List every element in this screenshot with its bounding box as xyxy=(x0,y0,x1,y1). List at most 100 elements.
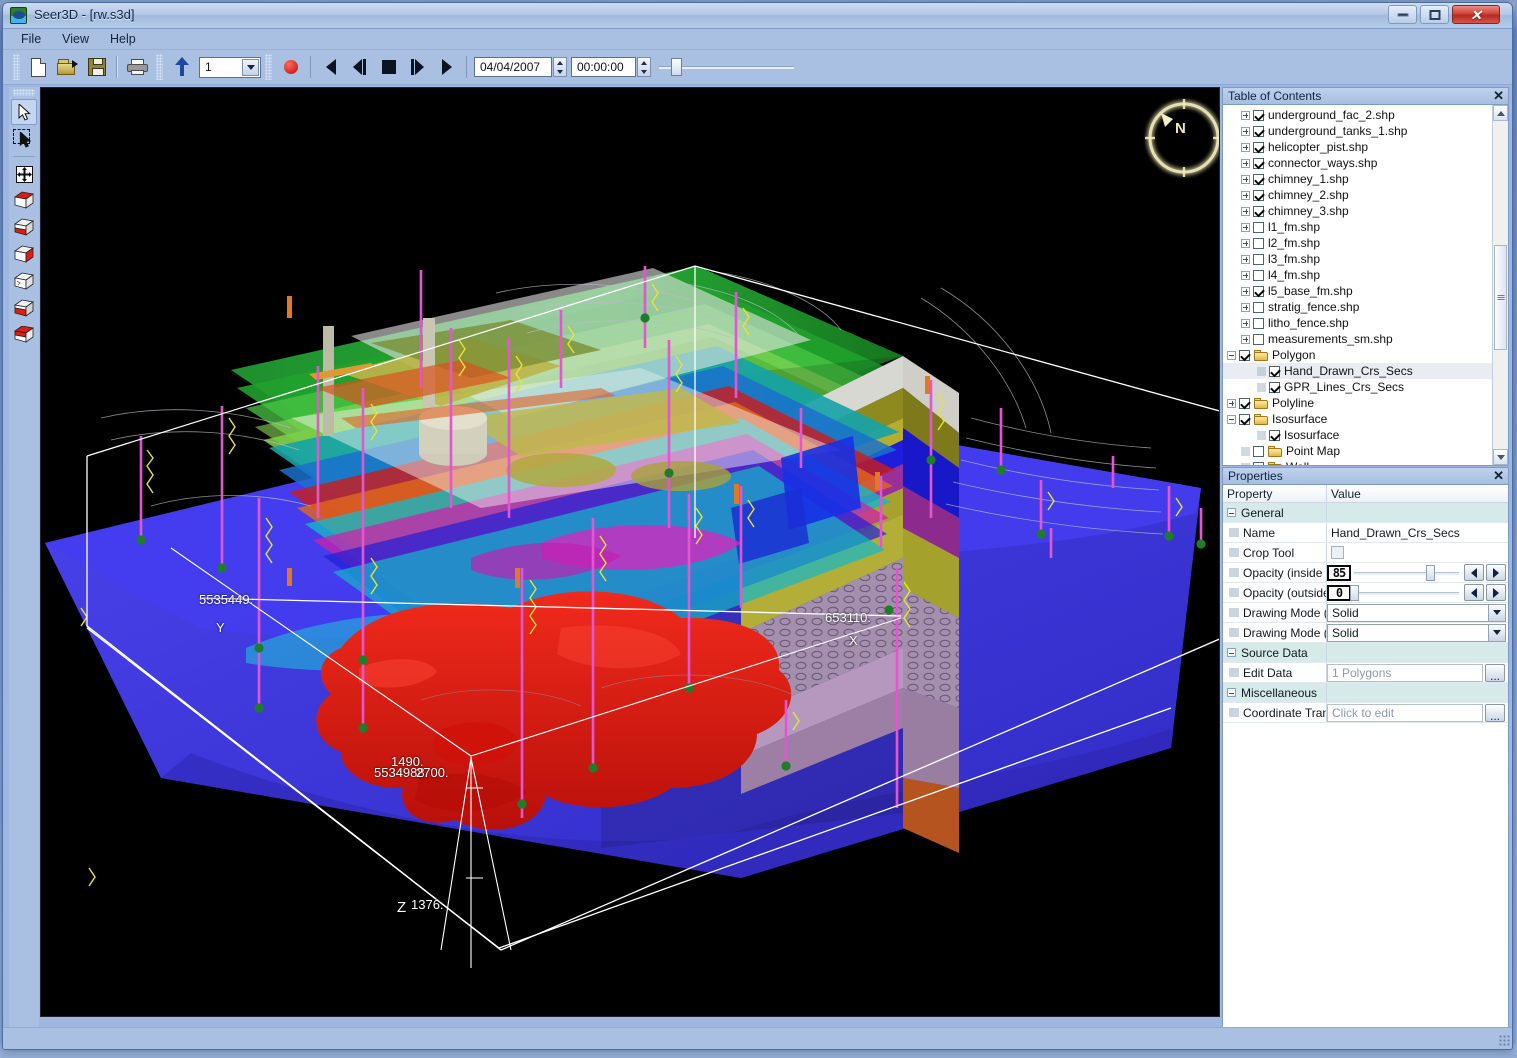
toc-item[interactable]: Polygon xyxy=(1223,347,1492,363)
checkbox-unchecked[interactable] xyxy=(1253,317,1264,329)
toolbar-grip-2[interactable] xyxy=(156,54,163,80)
toc-scrollbar[interactable] xyxy=(1492,105,1508,465)
chevron-down-icon[interactable] xyxy=(1488,604,1505,621)
step-forward-button[interactable] xyxy=(403,54,432,81)
record-button[interactable] xyxy=(276,54,305,81)
property-input[interactable]: Click to edit xyxy=(1327,703,1483,722)
collapse-toggle-icon[interactable] xyxy=(1227,648,1236,657)
date-stepper[interactable] xyxy=(553,57,567,77)
chevron-down-icon[interactable] xyxy=(242,58,259,76)
slice-tool-4[interactable] xyxy=(11,269,37,295)
expand-toggle-icon[interactable] xyxy=(1241,110,1250,120)
expand-toggle-icon[interactable] xyxy=(1241,174,1250,184)
time-input[interactable]: 00:00:00 xyxy=(571,57,636,77)
properties-grid[interactable]: Property Value General Name Hand_Drawn_Crs… xyxy=(1222,484,1509,1044)
toc-item[interactable]: helicopter_pist.shp xyxy=(1223,139,1492,155)
property-group-row[interactable]: General xyxy=(1223,503,1508,523)
3d-viewport[interactable]: N 5535449. Y 653110. X 1490. 5534988. 27… xyxy=(40,87,1220,1017)
checkbox-checked[interactable] xyxy=(1239,349,1250,361)
toc-close-icon[interactable]: ✕ xyxy=(1493,89,1504,102)
expand-toggle-icon[interactable] xyxy=(1241,158,1250,168)
expand-toggle-icon[interactable] xyxy=(1241,286,1250,296)
opacity-slider-thumb[interactable] xyxy=(1425,564,1435,581)
chevron-down-icon[interactable] xyxy=(1488,624,1505,641)
expand-toggle-icon[interactable] xyxy=(1241,190,1250,200)
step-back-button[interactable] xyxy=(345,54,374,81)
open-editor-button[interactable]: ... xyxy=(1485,703,1505,722)
checkbox-checked[interactable] xyxy=(1239,397,1250,409)
property-value[interactable]: Solid xyxy=(1327,623,1508,642)
opacity-decrease-button[interactable] xyxy=(1464,564,1484,581)
toc-scrollbar-thumb[interactable] xyxy=(1494,245,1507,350)
collapse-toggle-icon[interactable] xyxy=(1227,350,1236,360)
opacity-increase-button[interactable] xyxy=(1486,564,1506,581)
rubber-band-select-tool[interactable] xyxy=(11,126,37,152)
menu-help[interactable]: Help xyxy=(101,30,145,49)
expand-toggle-icon[interactable] xyxy=(1241,270,1250,280)
toc-item[interactable]: Hand_Drawn_Crs_Secs xyxy=(1223,363,1492,379)
timeline-slider[interactable] xyxy=(659,57,794,77)
menu-file[interactable]: File xyxy=(12,30,50,49)
expand-toggle-icon[interactable] xyxy=(1241,222,1250,232)
checkbox-unchecked[interactable] xyxy=(1253,461,1264,465)
minimize-button[interactable] xyxy=(1388,5,1417,24)
property-value[interactable]: 0 xyxy=(1327,583,1508,602)
toc-item[interactable]: Isosurface xyxy=(1223,411,1492,427)
level-select[interactable]: 1 xyxy=(199,56,261,78)
toc-item[interactable]: underground_fac_2.shp xyxy=(1223,107,1492,123)
toc-item[interactable]: Well xyxy=(1223,459,1492,465)
checkbox-checked[interactable] xyxy=(1269,381,1280,393)
print-button[interactable] xyxy=(123,54,152,81)
opacity-value-field[interactable]: 85 xyxy=(1327,564,1351,581)
date-input[interactable]: 04/04/2007 xyxy=(474,57,552,77)
slice-tool-6[interactable] xyxy=(11,323,37,349)
checkbox-unchecked[interactable] xyxy=(1253,253,1264,265)
checkbox-checked[interactable] xyxy=(1253,141,1264,153)
toc-item[interactable]: chimney_1.shp xyxy=(1223,171,1492,187)
toc-item[interactable]: underground_tanks_1.shp xyxy=(1223,123,1492,139)
slice-tool-2[interactable] xyxy=(11,215,37,241)
toc-item[interactable]: connector_ways.shp xyxy=(1223,155,1492,171)
open-editor-button[interactable]: ... xyxy=(1485,663,1505,682)
checkbox-checked[interactable] xyxy=(1253,109,1264,121)
toolbar-grip[interactable] xyxy=(13,54,20,80)
checkbox-checked[interactable] xyxy=(1239,413,1250,425)
open-button[interactable] xyxy=(53,54,82,81)
property-value[interactable] xyxy=(1327,543,1508,562)
tool-rail-grip[interactable] xyxy=(13,89,35,96)
opacity-slider-thumb[interactable] xyxy=(1350,584,1359,601)
opacity-decrease-button[interactable] xyxy=(1464,584,1484,601)
play-reverse-button[interactable] xyxy=(316,54,345,81)
checkbox-checked[interactable] xyxy=(1253,285,1264,297)
expand-toggle-icon[interactable] xyxy=(1241,302,1250,312)
toc-title-bar[interactable]: Table of Contents ✕ xyxy=(1222,87,1509,104)
property-row[interactable]: Name Hand_Drawn_Crs_Secs xyxy=(1223,523,1508,543)
stop-button[interactable] xyxy=(374,54,403,81)
toc-scroll-down-button[interactable] xyxy=(1493,449,1508,465)
toc-scroll-up-button[interactable] xyxy=(1493,105,1508,121)
opacity-slider[interactable] xyxy=(1354,564,1459,581)
checkbox-unchecked[interactable] xyxy=(1253,301,1264,313)
toc-item[interactable]: l5_base_fm.shp xyxy=(1223,283,1492,299)
expand-toggle-icon[interactable] xyxy=(1241,238,1250,248)
toc-item[interactable]: l3_fm.shp xyxy=(1223,251,1492,267)
menu-view[interactable]: View xyxy=(53,30,98,49)
time-stepper[interactable] xyxy=(637,57,651,77)
drawing-mode-select[interactable]: Solid xyxy=(1327,603,1506,622)
checkbox-checked[interactable] xyxy=(1253,205,1264,217)
checkbox-unchecked[interactable] xyxy=(1253,237,1264,249)
crop-tool-checkbox[interactable] xyxy=(1331,546,1344,559)
property-row[interactable]: Crop Tool xyxy=(1223,543,1508,563)
toc-item[interactable]: Point Map xyxy=(1223,443,1492,459)
property-value[interactable]: 1 Polygons... xyxy=(1327,663,1508,682)
toc-item[interactable]: litho_fence.shp xyxy=(1223,315,1492,331)
property-row[interactable]: Opacity (inside c 85 xyxy=(1223,563,1508,583)
checkbox-checked[interactable] xyxy=(1253,157,1264,169)
pan-move-tool[interactable] xyxy=(11,161,37,187)
checkbox-checked[interactable] xyxy=(1253,189,1264,201)
slice-tool-5[interactable] xyxy=(11,296,37,322)
opacity-slider[interactable] xyxy=(1350,584,1459,601)
resize-grip-icon[interactable] xyxy=(1499,1035,1511,1047)
slice-tool-1[interactable] xyxy=(11,188,37,214)
opacity-increase-button[interactable] xyxy=(1486,584,1506,601)
